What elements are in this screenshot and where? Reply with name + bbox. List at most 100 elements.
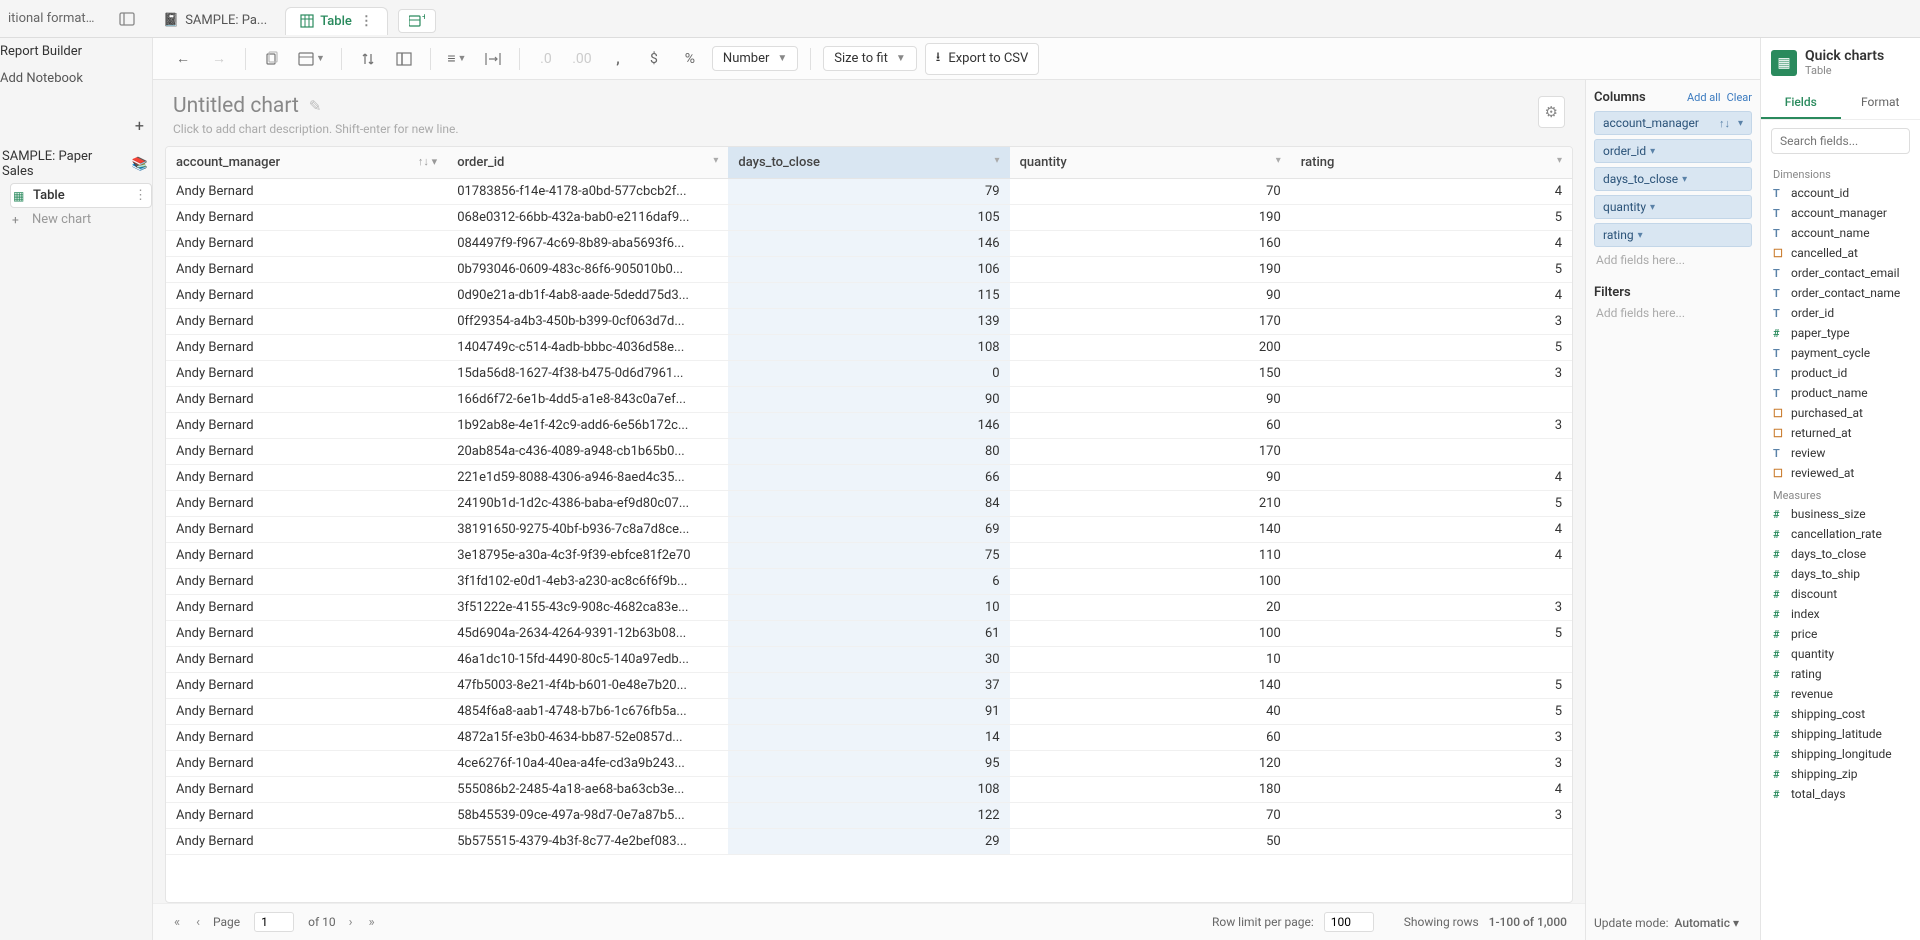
cell[interactable]: 61 xyxy=(728,621,1009,647)
cell[interactable]: 5 xyxy=(1291,673,1572,699)
chart-title[interactable]: Untitled chart xyxy=(173,94,299,118)
cell[interactable]: 146 xyxy=(728,231,1009,257)
cell[interactable]: 210 xyxy=(1010,491,1291,517)
column-header-order_id[interactable]: order_id▾ xyxy=(447,147,728,179)
cell[interactable]: 69 xyxy=(728,517,1009,543)
next-page-button[interactable]: › xyxy=(346,915,356,930)
folder-paper-sales[interactable]: SAMPLE: Paper Sales 📚 xyxy=(0,145,152,183)
cell[interactable]: 160 xyxy=(1010,231,1291,257)
cell[interactable]: 10 xyxy=(1010,647,1291,673)
freeze-button[interactable] xyxy=(390,45,418,73)
report-builder-link[interactable]: Report Builder xyxy=(0,38,152,65)
cell[interactable]: Andy Bernard xyxy=(166,231,447,257)
redo-button[interactable]: → xyxy=(205,45,233,73)
table-row[interactable]: Andy Bernard24190b1d-1d2c-4386-baba-ef9d… xyxy=(166,491,1572,517)
toggle-sidebar-icon[interactable] xyxy=(109,11,145,27)
cell[interactable]: 150 xyxy=(1010,361,1291,387)
cell[interactable]: Andy Bernard xyxy=(166,361,447,387)
column-header-account_manager[interactable]: account_manager↑↓ ▾ xyxy=(166,147,447,179)
cell[interactable]: 108 xyxy=(728,777,1009,803)
cell[interactable]: 110 xyxy=(1010,543,1291,569)
cell[interactable]: Andy Bernard xyxy=(166,725,447,751)
cell[interactable]: 95 xyxy=(728,751,1009,777)
column-header-quantity[interactable]: quantity▾ xyxy=(1010,147,1291,179)
cell[interactable]: 38191650-9275-40bf-b936-7c8a7d8ce... xyxy=(447,517,728,543)
cell[interactable]: Andy Bernard xyxy=(166,257,447,283)
cell[interactable]: Andy Bernard xyxy=(166,465,447,491)
cell[interactable]: 75 xyxy=(728,543,1009,569)
cell[interactable]: 90 xyxy=(1010,387,1291,413)
cell[interactable]: 1b92ab8e-4e1f-42c9-add6-6e56b172c... xyxy=(447,413,728,439)
cell[interactable]: 90 xyxy=(728,387,1009,413)
cell[interactable]: Andy Bernard xyxy=(166,647,447,673)
cell[interactable]: Andy Bernard xyxy=(166,699,447,725)
cell[interactable]: 084497f9-f967-4c69-8b89-aba5693f6... xyxy=(447,231,728,257)
item-menu-icon[interactable]: ⋮ xyxy=(134,188,147,203)
cell[interactable]: Andy Bernard xyxy=(166,179,447,205)
table-row[interactable]: Andy Bernard0d90e21a-db1f-4ab8-aade-5ded… xyxy=(166,283,1572,309)
cell[interactable]: 122 xyxy=(728,803,1009,829)
cell[interactable]: Andy Bernard xyxy=(166,413,447,439)
fields-tab[interactable]: Fields xyxy=(1761,87,1841,119)
field-shipping_zip[interactable]: #shipping_zip xyxy=(1761,764,1920,784)
cell[interactable]: Andy Bernard xyxy=(166,205,447,231)
field-business_size[interactable]: #business_size xyxy=(1761,504,1920,524)
cell[interactable] xyxy=(1291,439,1572,465)
cell[interactable]: 3 xyxy=(1291,361,1572,387)
cell[interactable]: 0ff29354-a4b3-450b-b399-0cf063d7d... xyxy=(447,309,728,335)
field-price[interactable]: #price xyxy=(1761,624,1920,644)
table-row[interactable]: Andy Bernard084497f9-f967-4c69-8b89-aba5… xyxy=(166,231,1572,257)
edit-title-icon[interactable]: ✎ xyxy=(309,97,322,115)
cell[interactable]: 60 xyxy=(1010,413,1291,439)
sort-button[interactable] xyxy=(354,45,382,73)
cell[interactable]: 4 xyxy=(1291,231,1572,257)
cell[interactable]: Andy Bernard xyxy=(166,751,447,777)
sidebar-item-new-chart[interactable]: + New chart xyxy=(10,208,152,231)
increase-decimals-button[interactable]: .00 xyxy=(568,45,596,73)
add-tab-button[interactable]: + xyxy=(398,9,436,33)
size-select[interactable]: Size to fit ▼ xyxy=(823,46,916,71)
cell[interactable]: 5 xyxy=(1291,335,1572,361)
field-days_to_close[interactable]: #days_to_close xyxy=(1761,544,1920,564)
cell[interactable]: 01783856-f14e-4178-a0bd-577cbcb2f... xyxy=(447,179,728,205)
column-pill-order_id[interactable]: order_id▾ xyxy=(1594,139,1752,163)
cell[interactable]: 5 xyxy=(1291,699,1572,725)
table-row[interactable]: Andy Bernard3f1fd102-e0d1-4eb3-a230-ac8c… xyxy=(166,569,1572,595)
cell[interactable]: 80 xyxy=(728,439,1009,465)
cell[interactable]: 170 xyxy=(1010,309,1291,335)
table-row[interactable]: Andy Bernard4ce6276f-10a4-40ea-a4fe-cd3a… xyxy=(166,751,1572,777)
cell[interactable]: 180 xyxy=(1010,777,1291,803)
field-index[interactable]: #index xyxy=(1761,604,1920,624)
cell[interactable]: Andy Bernard xyxy=(166,569,447,595)
align-dropdown[interactable]: ≡▼ xyxy=(443,45,471,73)
cell[interactable]: 1404749c-c514-4adb-bbbc-4036d58e... xyxy=(447,335,728,361)
cell[interactable]: Andy Bernard xyxy=(166,283,447,309)
field-order_contact_email[interactable]: Torder_contact_email xyxy=(1761,263,1920,283)
table-row[interactable]: Andy Bernard58b45539-09ce-497a-98d7-0e7a… xyxy=(166,803,1572,829)
decrease-decimals-button[interactable]: .0 xyxy=(532,45,560,73)
cell[interactable] xyxy=(1291,829,1572,855)
cell[interactable]: Andy Bernard xyxy=(166,543,447,569)
cell[interactable]: 30 xyxy=(728,647,1009,673)
field-product_name[interactable]: Tproduct_name xyxy=(1761,383,1920,403)
export-button[interactable]: ⭳ Export to CSV xyxy=(925,43,1040,75)
table-row[interactable]: Andy Bernard4854f6a8-aab1-4748-b7b6-1c67… xyxy=(166,699,1572,725)
cell[interactable]: 0b793046-0609-483c-86f6-905010b0... xyxy=(447,257,728,283)
table-row[interactable]: Andy Bernard1b92ab8e-4e1f-42c9-add6-6e56… xyxy=(166,413,1572,439)
cell[interactable]: Andy Bernard xyxy=(166,829,447,855)
cell[interactable]: 3 xyxy=(1291,413,1572,439)
cell[interactable]: 6 xyxy=(728,569,1009,595)
cell[interactable]: 115 xyxy=(728,283,1009,309)
field-purchased_at[interactable]: ☐purchased_at xyxy=(1761,403,1920,423)
table-row[interactable]: Andy Bernard15da56d8-1627-4f38-b475-0d6d… xyxy=(166,361,1572,387)
cell[interactable]: Andy Bernard xyxy=(166,491,447,517)
row-limit-input[interactable] xyxy=(1324,912,1374,932)
table-row[interactable]: Andy Bernard20ab854a-c436-4089-a948-cb1b… xyxy=(166,439,1572,465)
cell[interactable]: 14 xyxy=(728,725,1009,751)
undo-button[interactable]: ← xyxy=(169,45,197,73)
last-page-button[interactable]: » xyxy=(366,915,378,930)
field-shipping_latitude[interactable]: #shipping_latitude xyxy=(1761,724,1920,744)
field-cancellation_rate[interactable]: #cancellation_rate xyxy=(1761,524,1920,544)
cell[interactable]: 91 xyxy=(728,699,1009,725)
cell[interactable]: Andy Bernard xyxy=(166,777,447,803)
